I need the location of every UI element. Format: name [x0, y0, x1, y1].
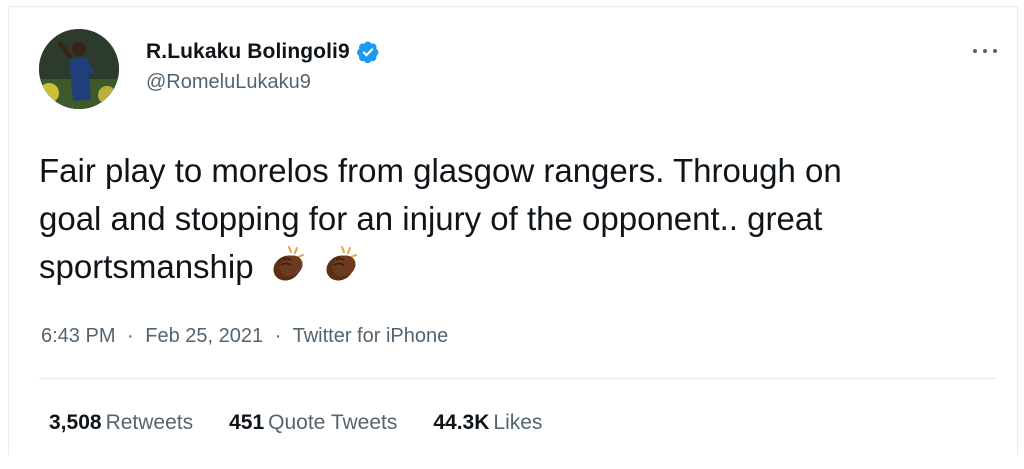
clapping-hands-icon	[326, 246, 357, 281]
quote-tweets-stat[interactable]: 451 Quote Tweets	[229, 411, 397, 435]
likes-label: Likes	[493, 411, 543, 434]
retweets-label: Retweets	[105, 411, 194, 434]
more-options-button[interactable]	[973, 43, 997, 59]
retweets-stat[interactable]: 3,508 Retweets	[49, 411, 193, 435]
more-horizontal-icon	[973, 49, 977, 53]
likes-stat[interactable]: 44.3K Likes	[433, 411, 542, 435]
tweet-date[interactable]: Feb 25, 2021	[145, 325, 263, 347]
likes-count: 44.3K	[433, 411, 490, 434]
tweet-text-line: Fair play to morelos from glasgow ranger…	[39, 152, 842, 189]
tweet-time[interactable]: 6:43 PM	[41, 325, 115, 347]
tweet-stats: 3,508 Retweets 451 Quote Tweets 44.3K Likes	[49, 411, 578, 435]
more-dot	[983, 49, 987, 53]
author-handle[interactable]: @RomeluLukaku9	[146, 71, 380, 94]
tweet-card: R.Lukaku Bolingoli9 @RomeluLukaku9 Fair …	[8, 6, 1018, 455]
more-dot	[993, 49, 997, 53]
author-name-row: R.Lukaku Bolingoli9	[146, 40, 380, 64]
display-name[interactable]: R.Lukaku Bolingoli9	[146, 40, 350, 64]
tweet-text-line: goal and stopping for an injury of the o…	[39, 200, 823, 237]
profile-photo-icon	[39, 29, 119, 109]
avatar[interactable]	[39, 29, 119, 109]
author-block: R.Lukaku Bolingoli9 @RomeluLukaku9	[146, 40, 380, 94]
tweet-source[interactable]: Twitter for iPhone	[293, 325, 449, 347]
quote-tweets-label: Quote Tweets	[268, 411, 398, 434]
meta-separator: ·	[127, 325, 134, 347]
tweet-meta: 6:43 PM · Feb 25, 2021 · Twitter for iPh…	[41, 325, 448, 348]
verified-badge-icon	[356, 41, 379, 64]
tweet-text-word: sportsmanship	[39, 248, 254, 285]
meta-separator: ·	[274, 325, 282, 347]
tweet-text-line: sportsmanship	[39, 243, 999, 291]
divider	[39, 378, 997, 379]
retweets-count: 3,508	[49, 411, 102, 434]
quote-tweets-count: 451	[229, 411, 265, 434]
clapping-hands-icon	[273, 246, 304, 281]
tweet-text: Fair play to morelos from glasgow ranger…	[39, 147, 999, 291]
